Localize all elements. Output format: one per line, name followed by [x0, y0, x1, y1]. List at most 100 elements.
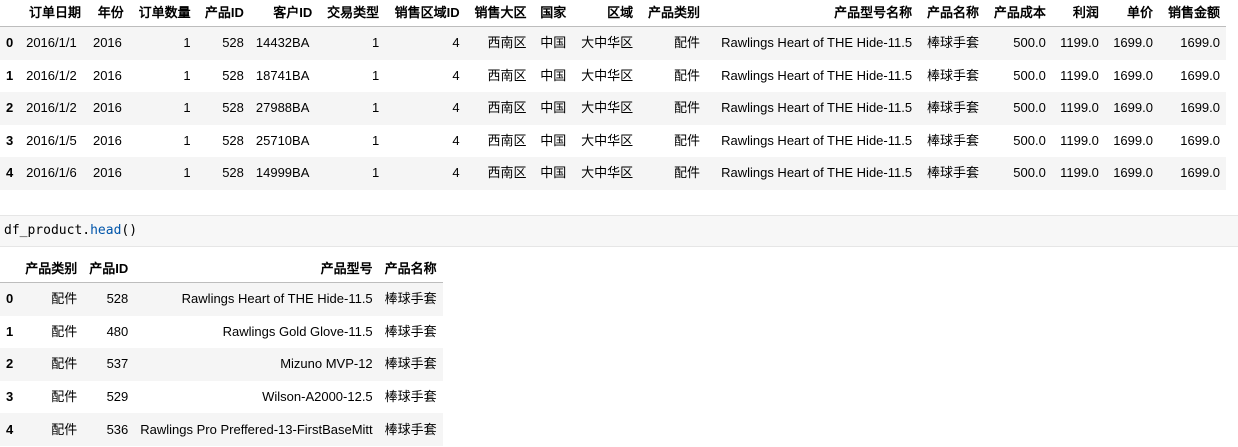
table-cell: 大中华区 — [581, 165, 634, 181]
column-header: 产品型号 — [320, 261, 373, 276]
code-parens: () — [121, 223, 138, 238]
table-cell: 棒球手套 — [926, 132, 979, 148]
table-cell: 1699.0 — [1113, 35, 1153, 51]
table-cell: 配件 — [51, 356, 78, 372]
table-cell: 14999BA — [255, 165, 310, 181]
column-header: 销售金额 — [1167, 5, 1220, 20]
table-cell: 500.0 — [1013, 165, 1046, 181]
table-cell: 配件 — [673, 132, 700, 148]
table-cell: 528 — [222, 35, 244, 51]
table-row: 3 2016/1/5 2016 1 528 25710BA 1 4 西南区 中国 大中华区 配件 Raw… — [0, 125, 1226, 158]
column-header: 产品类别 — [25, 261, 78, 276]
table-cell: 棒球手套 — [384, 356, 437, 372]
column-header: 国家 — [540, 5, 567, 20]
table-cell: 1 — [371, 67, 380, 83]
table-cell: 1199.0 — [1060, 35, 1099, 51]
column-header: 区域 — [607, 5, 634, 20]
table-cell: 配件 — [51, 323, 78, 339]
table-body: 0 2016/1/1 2016 1 528 14432BA 1 4 西南区 中国 大中华区 配件 Raw… — [0, 26, 1226, 190]
column-header: 销售大区 — [474, 5, 527, 20]
table-row: 4 2016/1/6 2016 1 528 14999BA 1 4 西南区 中国 大中华区 配件 Raw… — [0, 157, 1226, 190]
table-cell: 棒球手套 — [926, 35, 979, 51]
table-cell: 4 — [452, 35, 460, 51]
table-cell: 中国 — [540, 35, 567, 51]
table-cell: 2016/1/5 — [26, 132, 77, 148]
row-index: 2 — [6, 100, 14, 116]
column-header: 单价 — [1126, 5, 1153, 20]
table-cell: 中国 — [540, 67, 567, 83]
table-cell: 西南区 — [487, 67, 527, 83]
table-header-row: 订单日期 年份 订单数量 产品ID 客户ID 交易类型 销售区域ID 销售大区 国家 区域 产品类别… — [0, 0, 1226, 27]
table-cell: 配件 — [51, 421, 78, 437]
table-cell: 1 — [183, 35, 191, 51]
table-cell: 4 — [452, 132, 460, 148]
table-cell: Rawlings Gold Glove-11.5 — [222, 323, 373, 339]
index-header — [0, 0, 20, 27]
table-cell: 1699.0 — [1113, 67, 1153, 83]
table-body: 0 配件 528 Rawlings Heart of THE Hide-11.5 棒球手… — [0, 282, 443, 446]
table-cell: 1699.0 — [1180, 132, 1220, 148]
table-cell: 2016 — [92, 132, 122, 148]
table-cell: 棒球手套 — [926, 100, 979, 116]
table-cell: 配件 — [673, 67, 700, 83]
table-cell: 500.0 — [1013, 67, 1046, 83]
column-header: 销售区域ID — [394, 5, 460, 20]
column-header: 产品ID — [89, 261, 129, 276]
table-cell: Mizuno MVP-12 — [280, 356, 373, 372]
table-cell: 大中华区 — [581, 132, 634, 148]
table-cell: 1199.0 — [1060, 132, 1099, 148]
row-index: 1 — [6, 323, 14, 339]
column-header: 客户ID — [273, 5, 313, 20]
table-cell: 西南区 — [487, 35, 527, 51]
code-dot: . — [82, 223, 91, 238]
sales-dataframe-output: 订单日期 年份 订单数量 产品ID 客户ID 交易类型 销售区域ID 销售大区 国家 区域 产品类别… — [0, 0, 1226, 190]
row-index: 4 — [6, 165, 14, 181]
table-cell: 配件 — [673, 100, 700, 116]
table-cell: Rawlings Heart of THE Hide-11.5 — [721, 165, 913, 181]
product-dataframe-output: 产品类别 产品ID 产品型号 产品名称 0 配件 528 Rawlings Heart of… — [0, 256, 443, 446]
table-cell: 529 — [106, 389, 129, 405]
code-cell-input[interactable]: df_product.head() — [0, 215, 1238, 247]
column-header: 产品名称 — [926, 5, 979, 20]
column-header: 产品名称 — [384, 261, 437, 276]
table-cell: 1 — [183, 67, 191, 83]
column-header: 年份 — [97, 5, 124, 20]
table-cell: 中国 — [540, 165, 567, 181]
table-cell: 棒球手套 — [384, 291, 437, 307]
table-cell: 480 — [106, 323, 129, 339]
row-index: 2 — [6, 356, 14, 372]
column-header: 产品ID — [204, 5, 244, 20]
table-cell: 2016 — [92, 67, 122, 83]
table-row: 0 2016/1/1 2016 1 528 14432BA 1 4 西南区 中国 大中华区 配件 Raw… — [0, 26, 1226, 60]
row-index: 1 — [6, 67, 14, 83]
table-cell: 1 — [371, 35, 380, 51]
table-cell: 1 — [371, 165, 380, 181]
table-row: 2 配件 537 Mizuno MVP-12 棒球手套 — [0, 348, 443, 381]
table-cell: 1699.0 — [1180, 100, 1220, 116]
table-cell: Rawlings Heart of THE Hide-11.5 — [721, 132, 913, 148]
table-cell: 4 — [452, 100, 460, 116]
table-cell: 528 — [222, 132, 244, 148]
table-cell: 2016 — [92, 165, 122, 181]
table-cell: 中国 — [540, 132, 567, 148]
table-cell: 1 — [371, 132, 380, 148]
table-cell: Rawlings Pro Preffered-13-FirstBaseMitt — [140, 421, 373, 437]
column-header: 产品类别 — [647, 5, 700, 20]
row-index: 0 — [6, 291, 14, 307]
table-cell: 1199.0 — [1060, 67, 1099, 83]
table-cell: 536 — [106, 421, 129, 437]
table-cell: 1199.0 — [1060, 165, 1099, 181]
table-cell: 2016/1/2 — [26, 67, 77, 83]
table-cell: 500.0 — [1013, 35, 1046, 51]
table-cell: 棒球手套 — [926, 67, 979, 83]
index-header — [0, 256, 19, 283]
table-cell: 1699.0 — [1113, 100, 1153, 116]
row-index: 0 — [6, 35, 14, 51]
table-cell: Rawlings Heart of THE Hide-11.5 — [181, 291, 373, 307]
table-cell: 537 — [106, 356, 129, 372]
table-cell: 棒球手套 — [384, 389, 437, 405]
table-cell: Rawlings Heart of THE Hide-11.5 — [721, 67, 913, 83]
table-cell: 配件 — [51, 291, 78, 307]
table-row: 3 配件 529 Wilson-A2000-12.5 棒球手套 — [0, 381, 443, 414]
table-cell: 18741BA — [255, 67, 310, 83]
